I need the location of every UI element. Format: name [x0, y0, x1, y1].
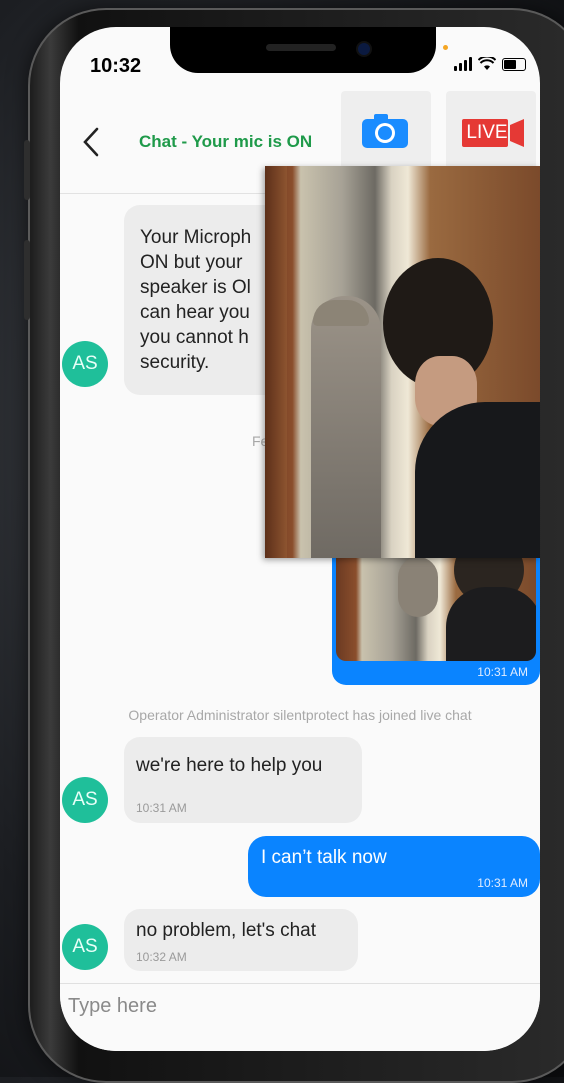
battery-icon [502, 57, 526, 71]
message-time: 10:31 AM [477, 876, 528, 890]
side-button [24, 140, 30, 200]
message-line: ON but your [140, 252, 243, 273]
earpiece [266, 44, 336, 51]
live-video-button[interactable]: LIVE [446, 91, 536, 169]
message-line: security. [140, 352, 210, 373]
message-text: we're here to help you [136, 755, 323, 776]
photo-person-body [415, 402, 540, 558]
avatar: AS [62, 777, 108, 823]
status-icons [454, 57, 526, 71]
notch [170, 27, 436, 73]
message-text: no problem, let's chat [136, 920, 316, 941]
message-line: Your Microph [140, 227, 252, 248]
message-text: I can’t talk now [261, 847, 387, 868]
photo-visitor-cap [313, 300, 369, 326]
system-notice: Operator Administrator silentprotect has… [128, 707, 472, 723]
message-bubble-cant-talk: I can’t talk now 10:31 AM [248, 836, 540, 897]
chevron-left-icon [83, 127, 99, 157]
photo-figure [398, 557, 438, 617]
back-button[interactable] [82, 127, 100, 163]
signal-icon [454, 57, 472, 71]
photo-door-frame [265, 166, 287, 558]
message-line: you cannot h [140, 327, 249, 348]
mic-indicator-dot [443, 45, 448, 50]
front-camera [356, 41, 372, 57]
live-label: LIVE [466, 122, 508, 143]
avatar: AS [62, 341, 108, 387]
message-line: speaker is Ol [140, 277, 251, 298]
wifi-icon [478, 57, 496, 70]
status-time: 10:32 [90, 55, 142, 77]
message-text-mic-info: Your Microph ON but your speaker is Ol c… [140, 225, 251, 375]
message-line: can hear you [140, 302, 250, 323]
chat-title: Chat - Your mic is ON [139, 132, 313, 151]
camera-button[interactable] [341, 91, 431, 169]
message-bubble-no-problem: no problem, let's chat 10:32 AM [124, 909, 358, 971]
phone-screen: 10:32 Chat - Your mic is ON LIVE Your Mi… [60, 27, 540, 1051]
message-time: 10:32 AM [136, 950, 187, 964]
message-input-bar [60, 983, 540, 1051]
photo-shoulder [446, 587, 536, 661]
photo-preview-overlay[interactable] [265, 166, 540, 558]
message-bubble-help: we're here to help you 10:31 AM [124, 737, 362, 823]
camera-icon [362, 114, 408, 148]
message-time: 10:31 AM [136, 801, 187, 815]
photo-visitor [311, 296, 381, 558]
volume-button [24, 240, 30, 320]
message-input[interactable] [66, 994, 510, 1019]
avatar: AS [62, 924, 108, 970]
message-time: 10:31 AM [477, 665, 528, 679]
